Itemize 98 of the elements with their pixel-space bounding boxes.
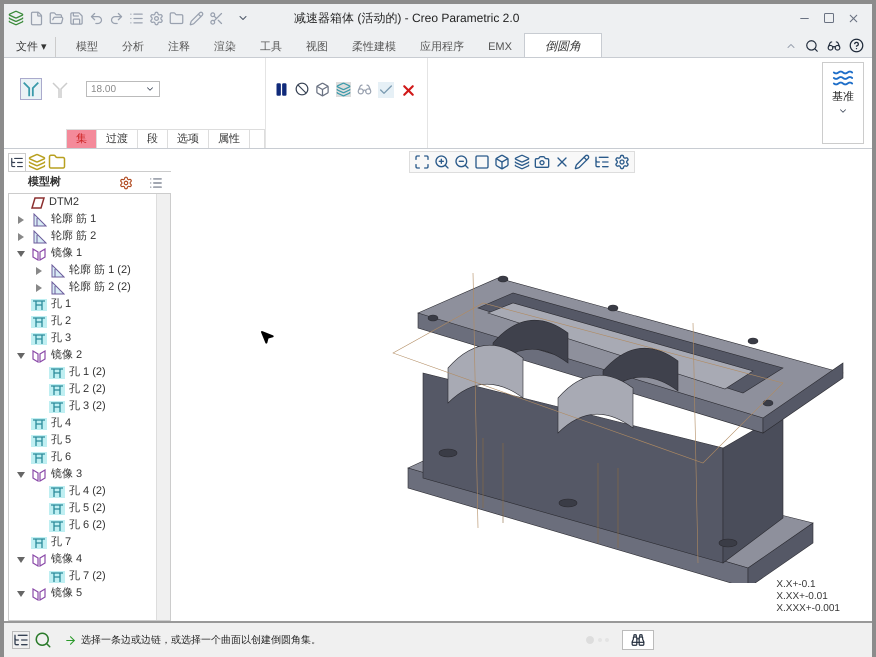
status-message: 选择一条边或边链，或选择一个曲面以创建倒圆角集。 xyxy=(81,634,321,648)
rib-feature-icon xyxy=(31,212,47,226)
hole-feature-icon xyxy=(31,316,47,328)
ribbon-tab[interactable]: 模型 xyxy=(64,37,110,57)
hole-feature-icon xyxy=(31,298,47,310)
tree-item[interactable]: 镜像 4 xyxy=(51,551,82,568)
tree-item[interactable]: 镜像 1 xyxy=(51,245,82,262)
file-menu-button[interactable]: 文件 ▾ xyxy=(8,37,56,57)
mirror-feature-icon xyxy=(31,586,47,600)
scrollbar[interactable] xyxy=(156,194,170,620)
ribbon-tab[interactable]: 渲染 xyxy=(202,37,248,57)
fillet-set-icon[interactable] xyxy=(20,78,42,100)
hole-feature-icon xyxy=(49,400,65,412)
tree-item[interactable]: 轮廓 筋 2 (2) xyxy=(69,279,131,296)
hole-feature-icon xyxy=(49,366,65,378)
arrow-icon xyxy=(64,634,77,646)
tree-item[interactable]: 孔 4 xyxy=(51,415,72,432)
expand-arrow-icon[interactable] xyxy=(17,232,25,240)
expand-arrow-icon[interactable] xyxy=(35,284,43,292)
tree-item[interactable]: 孔 2 xyxy=(51,313,72,330)
ribbon-tab[interactable]: EMX xyxy=(476,37,524,57)
ribbon-tab[interactable]: 视图 xyxy=(294,37,340,57)
expand-arrow-icon[interactable] xyxy=(17,216,25,224)
mirror-feature-icon xyxy=(31,348,47,362)
zoom-out-icon[interactable] xyxy=(454,154,470,170)
model-tree-title: 模型树 xyxy=(28,174,61,190)
hole-feature-icon xyxy=(31,332,47,344)
tree-item[interactable]: 轮廓 筋 1 (2) xyxy=(69,262,131,279)
tree-item[interactable]: 轮廓 筋 2 xyxy=(51,228,96,245)
tree-item[interactable]: 孔 1 (2) xyxy=(69,364,106,381)
hole-feature-icon xyxy=(31,452,47,464)
tree-item[interactable]: 镜像 3 xyxy=(51,466,82,483)
expand-arrow-icon[interactable] xyxy=(35,266,43,274)
close-icon[interactable] xyxy=(847,12,860,24)
collapse-arrow-icon[interactable] xyxy=(17,590,25,598)
ribbon-tab[interactable]: 工具 xyxy=(248,37,294,57)
tree-item[interactable]: 镜像 5 xyxy=(51,585,82,602)
model-tree-tab-icon[interactable] xyxy=(8,153,26,171)
mirror-feature-icon xyxy=(31,246,47,260)
radius-field[interactable]: 18.00 xyxy=(86,81,160,97)
maximize-icon[interactable] xyxy=(823,12,835,24)
search-icon[interactable] xyxy=(805,38,819,52)
tree-item[interactable]: 镜像 2 xyxy=(51,347,82,364)
tree-item[interactable]: DTM2 xyxy=(49,194,79,211)
collapse-arrow-icon[interactable] xyxy=(17,470,25,478)
ribbon-tab[interactable]: 应用程序 xyxy=(408,37,476,57)
find-button[interactable] xyxy=(622,630,654,650)
tree-item[interactable]: 孔 3 xyxy=(51,330,72,347)
hole-feature-icon xyxy=(31,434,47,446)
tree-settings-icon[interactable] xyxy=(119,176,133,190)
collapse-arrow-icon[interactable] xyxy=(17,250,25,258)
mouse-cursor-icon xyxy=(259,329,275,345)
hole-feature-icon xyxy=(31,418,47,430)
tree-item[interactable]: 孔 1 xyxy=(51,296,72,313)
binoculars-icon xyxy=(631,633,645,647)
tree-item[interactable]: 孔 7 xyxy=(51,534,72,551)
collapse-arrow-icon[interactable] xyxy=(17,352,25,360)
rib-feature-icon xyxy=(49,280,65,294)
tree-item[interactable]: 轮廓 筋 1 xyxy=(51,211,96,228)
layers-icon[interactable] xyxy=(514,154,530,170)
datum-group-label[interactable]: 基准 xyxy=(832,89,854,106)
mirror-feature-icon xyxy=(31,552,47,566)
cancel-icon[interactable] xyxy=(400,82,417,99)
help-icon[interactable] xyxy=(849,38,864,53)
ribbon-tab[interactable]: 注释 xyxy=(156,37,202,57)
camera-icon[interactable] xyxy=(534,154,550,170)
window-title: 减速器箱体 (活动的) - Creo Parametric 2.0 xyxy=(294,10,520,27)
datum-plane-icon xyxy=(31,196,45,208)
mirror-feature-icon xyxy=(31,468,47,482)
hole-feature-icon xyxy=(49,486,65,498)
tree-item[interactable]: 孔 3 (2) xyxy=(69,398,106,415)
hole-feature-icon xyxy=(31,536,47,548)
tree-item[interactable]: 孔 2 (2) xyxy=(69,381,106,398)
hole-feature-icon xyxy=(49,384,65,396)
ribbon-tab[interactable]: 倒圆角 xyxy=(524,33,602,57)
zoom-in-icon[interactable] xyxy=(434,154,450,170)
rib-feature-icon xyxy=(31,230,47,244)
pause-icon[interactable] xyxy=(274,82,289,97)
tree-item[interactable]: 孔 5 xyxy=(51,432,72,449)
app-logo-icon xyxy=(8,10,24,26)
tree-columns-icon[interactable] xyxy=(149,176,163,190)
tree-item[interactable]: 孔 5 (2) xyxy=(69,500,106,517)
tree-item[interactable]: 孔 6 xyxy=(51,449,72,466)
tree-item[interactable]: 孔 4 (2) xyxy=(69,483,106,500)
tree-item[interactable]: 孔 6 (2) xyxy=(69,517,106,534)
ok-icon[interactable] xyxy=(378,82,394,98)
ribbon-tab[interactable]: 分析 xyxy=(110,37,156,57)
ribbon-tab[interactable]: 柔性建模 xyxy=(340,37,408,57)
stop-icon[interactable] xyxy=(295,82,309,96)
hole-feature-icon xyxy=(49,502,65,514)
cube-icon[interactable] xyxy=(494,154,510,170)
hole-feature-icon xyxy=(49,520,65,532)
zoom-fit-icon[interactable] xyxy=(414,154,430,170)
collapse-arrow-icon[interactable] xyxy=(17,556,25,564)
hole-feature-icon xyxy=(49,570,65,582)
tree-item[interactable]: 孔 7 (2) xyxy=(69,568,106,585)
glasses-icon[interactable] xyxy=(357,82,372,97)
rib-feature-icon xyxy=(49,264,65,278)
